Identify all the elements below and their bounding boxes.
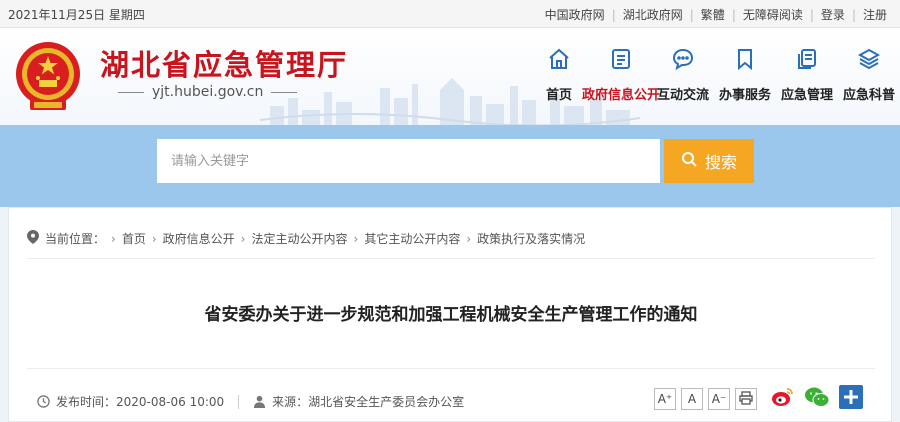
divider [27,258,875,259]
main-nav: 首页 政府信息公开 互动交流 办事服务 应急管理 应急科普 [528,28,900,125]
chevron-right-icon: › [466,231,472,246]
search-button-label: 搜索 [704,153,737,172]
nav-label: 互动交流 [656,88,709,103]
chevron-right-icon: › [151,231,157,246]
clock-icon [37,395,50,408]
breadcrumb-item-other[interactable]: 其它主动公开内容 [364,230,460,247]
font-default-button[interactable]: A [681,388,703,410]
breadcrumb-item-policy[interactable]: 政策执行及落实情况 [477,230,585,247]
share-weibo-button[interactable] [770,386,796,412]
nav-item-emergency-mgmt[interactable]: 应急管理 [776,28,838,125]
chat-icon [668,44,698,74]
bookmark-icon [730,44,760,74]
nav-label: 办事服务 [718,88,771,103]
article-title: 省安委办关于进一步规范和加强工程机械安全生产管理工作的通知 [204,305,698,325]
print-icon [739,390,753,408]
source-label: 来源： [272,395,309,409]
wechat-icon [804,386,830,412]
user-icon [253,395,266,408]
home-icon [544,44,574,74]
clipboard-icon [792,44,822,74]
breadcrumb-item-statutory[interactable]: 法定主动公开内容 [251,230,347,247]
site-title[interactable]: 湖北省应急管理厅 [100,42,348,84]
top-links: 中国政府网 | 湖北政府网 | 繁體 | 无障碍阅读 | 登录 | 注册 [538,6,894,23]
link-gov-cn[interactable]: 中国政府网 [538,6,612,23]
chevron-right-icon: › [240,231,246,246]
site-domain: yjt.hubei.gov.cn [110,84,305,100]
document-icon [606,44,636,74]
location-pin-icon [27,230,39,247]
font-decrease-button[interactable]: A⁻ [708,388,730,410]
nav-item-services[interactable]: 办事服务 [714,28,776,125]
link-traditional[interactable]: 繁體 [694,6,732,23]
chevron-right-icon: › [353,231,359,246]
site-header: 湖北省应急管理厅 yjt.hubei.gov.cn 首页 政府信息公开 互动交流 [0,28,900,125]
share-more-button[interactable] [838,385,864,413]
nav-item-interaction[interactable]: 互动交流 [652,28,714,125]
breadcrumb-item-gov-info[interactable]: 政府信息公开 [163,230,235,247]
link-hubei-gov[interactable]: 湖北政府网 [616,6,690,23]
print-button[interactable] [735,388,757,410]
article-meta: 发布时间： 2020-08-06 10:00 来源： 湖北省安全生产委员会办公室 [37,393,464,410]
breadcrumb-item-home[interactable]: 首页 [122,230,146,247]
nav-label: 应急管理 [780,88,833,103]
separator [238,394,240,409]
search-icon [681,151,697,171]
layers-icon [854,44,884,74]
link-accessibility[interactable]: 无障碍阅读 [736,6,810,23]
current-date: 2021年11月25日 星期四 [8,8,145,22]
nav-item-science[interactable]: 应急科普 [838,28,900,125]
content-card: 当前位置： › 首页 › 政府信息公开 › 法定主动公开内容 › 其它主动公开内… [8,207,892,422]
nav-label: 首页 [545,88,572,103]
national-emblem-icon [16,42,80,110]
link-register[interactable]: 注册 [856,6,894,23]
breadcrumb: 当前位置： › 首页 › 政府信息公开 › 法定主动公开内容 › 其它主动公开内… [27,230,585,247]
plus-icon [839,385,863,413]
search-button[interactable]: 搜索 [664,139,754,183]
divider [27,368,875,369]
top-bar: 2021年11月25日 星期四 中国政府网 | 湖北政府网 | 繁體 | 无障碍阅读 |… [0,0,900,28]
publish-time: 2020-08-06 10:00 [116,394,225,409]
nav-item-home[interactable]: 首页 [528,28,590,125]
breadcrumb-prefix: 当前位置： [45,232,106,246]
chevron-right-icon: › [111,231,116,246]
site-domain-text: yjt.hubei.gov.cn [152,84,264,100]
source-value: 湖北省安全生产委员会办公室 [308,395,465,409]
dash-decoration [118,91,144,93]
nav-label: 应急科普 [842,88,895,103]
dash-decoration [271,91,298,93]
link-login[interactable]: 登录 [814,6,852,23]
nav-label: 政府信息公开 [582,88,661,103]
article-tools: A⁺ A A⁻ [654,385,864,413]
font-increase-button[interactable]: A⁺ [654,388,676,410]
weibo-icon [771,386,795,412]
publish-label: 发布时间： [56,395,117,409]
search-input[interactable] [157,139,660,183]
share-wechat-button[interactable] [804,386,830,412]
search-band: 搜索 [0,125,900,207]
nav-item-gov-info[interactable]: 政府信息公开 [582,28,660,125]
